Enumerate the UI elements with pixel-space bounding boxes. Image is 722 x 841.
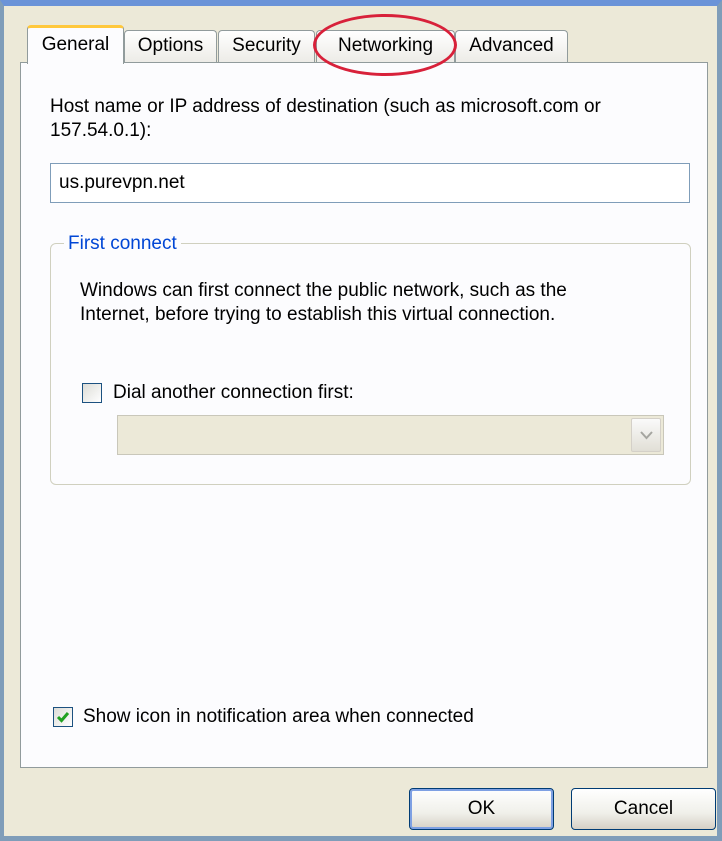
tab-advanced[interactable]: Advanced (455, 30, 568, 63)
cancel-button[interactable]: Cancel (571, 788, 716, 830)
chevron-down-icon (640, 431, 653, 440)
first-connect-description-line2: Internet, before trying to establish thi… (80, 304, 556, 325)
dial-first-label[interactable]: Dial another connection first: (113, 382, 354, 404)
show-icon-label[interactable]: Show icon in notification area when conn… (83, 706, 474, 728)
first-connect-group-title: First connect (64, 233, 181, 255)
show-icon-checkbox[interactable] (53, 707, 73, 727)
host-label-line2: 157.54.0.1): (50, 120, 152, 141)
tab-networking[interactable]: Networking (316, 30, 455, 63)
destination-host-input[interactable] (50, 163, 690, 203)
checkmark-icon (56, 712, 70, 723)
ok-button[interactable]: OK (409, 788, 554, 830)
dropdown-arrow-button[interactable] (631, 418, 661, 452)
connection-select[interactable] (117, 415, 664, 455)
tab-general[interactable]: General (27, 25, 124, 64)
tab-security[interactable]: Security (218, 30, 315, 63)
tab-options[interactable]: Options (124, 30, 217, 63)
dial-first-checkbox[interactable] (82, 383, 102, 403)
first-connect-description-line1: Windows can first connect the public net… (80, 280, 567, 301)
host-label-line1: Host name or IP address of destination (… (50, 96, 601, 117)
